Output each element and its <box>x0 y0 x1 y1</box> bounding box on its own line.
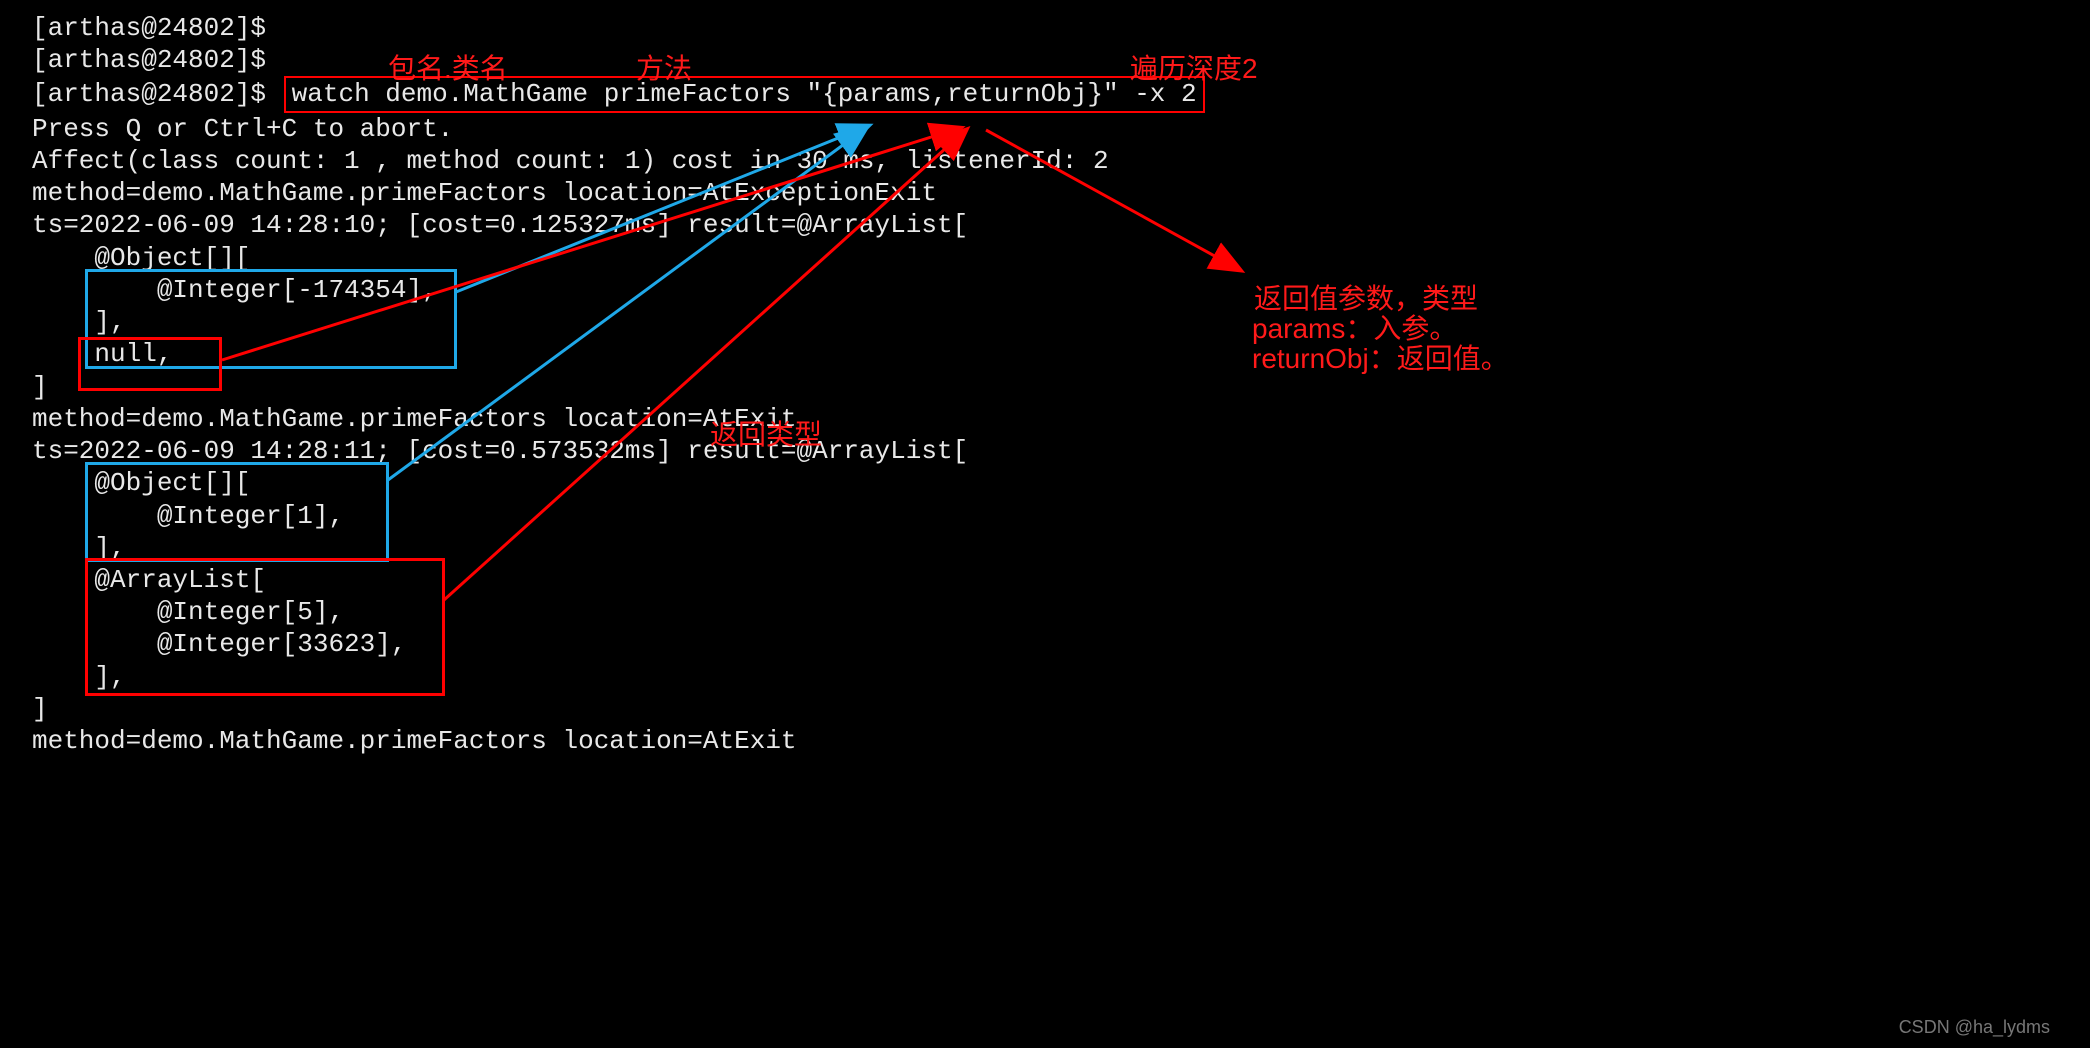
output-line: method=demo.MathGame.primeFactors locati… <box>32 725 2090 757</box>
output-line: ], <box>32 661 2090 693</box>
output-line: method=demo.MathGame.primeFactors locati… <box>32 177 2090 209</box>
output-line: @Integer[-174354], <box>32 274 2090 306</box>
output-line: @Object[][ <box>32 242 2090 274</box>
prompt-line: [arthas@24802]$ <box>32 12 2090 44</box>
prompt-line: [arthas@24802]$ watch demo.MathGame prim… <box>32 76 2090 112</box>
output-line: @Integer[33623], <box>32 628 2090 660</box>
annotation-method: 方法 <box>636 52 692 87</box>
prompt: [arthas@24802]$ <box>32 45 266 75</box>
output-line: null, <box>32 338 2090 370</box>
output-line: ts=2022-06-09 14:28:11; [cost=0.573532ms… <box>32 435 2090 467</box>
output-line: @Object[][ <box>32 467 2090 499</box>
output-line: ts=2022-06-09 14:28:10; [cost=0.125327ms… <box>32 209 2090 241</box>
output-line: @ArrayList[ <box>32 564 2090 596</box>
annotation-return-returnobj: returnObj：返回值。 <box>1252 342 1509 377</box>
output-line: method=demo.MathGame.primeFactors locati… <box>32 403 2090 435</box>
output-line: @Integer[1], <box>32 500 2090 532</box>
output-line: ] <box>32 693 2090 725</box>
annotation-pkg-class: 包名.类名 <box>388 52 508 87</box>
output-line: Affect(class count: 1 , method count: 1)… <box>32 145 2090 177</box>
prompt-line: [arthas@24802]$ <box>32 44 2090 76</box>
watermark-text: CSDN @ha_lydms <box>1899 1016 2050 1038</box>
output-line: @Integer[5], <box>32 596 2090 628</box>
prompt: [arthas@24802]$ <box>32 13 266 43</box>
output-line: ], <box>32 532 2090 564</box>
output-line: ], <box>32 306 2090 338</box>
prompt: [arthas@24802]$ <box>32 79 266 109</box>
annotation-return-type: 返回类型 <box>710 418 822 453</box>
output-line: Press Q or Ctrl+C to abort. <box>32 113 2090 145</box>
output-line: ] <box>32 371 2090 403</box>
annotation-depth: 遍历深度2 <box>1130 52 1258 87</box>
